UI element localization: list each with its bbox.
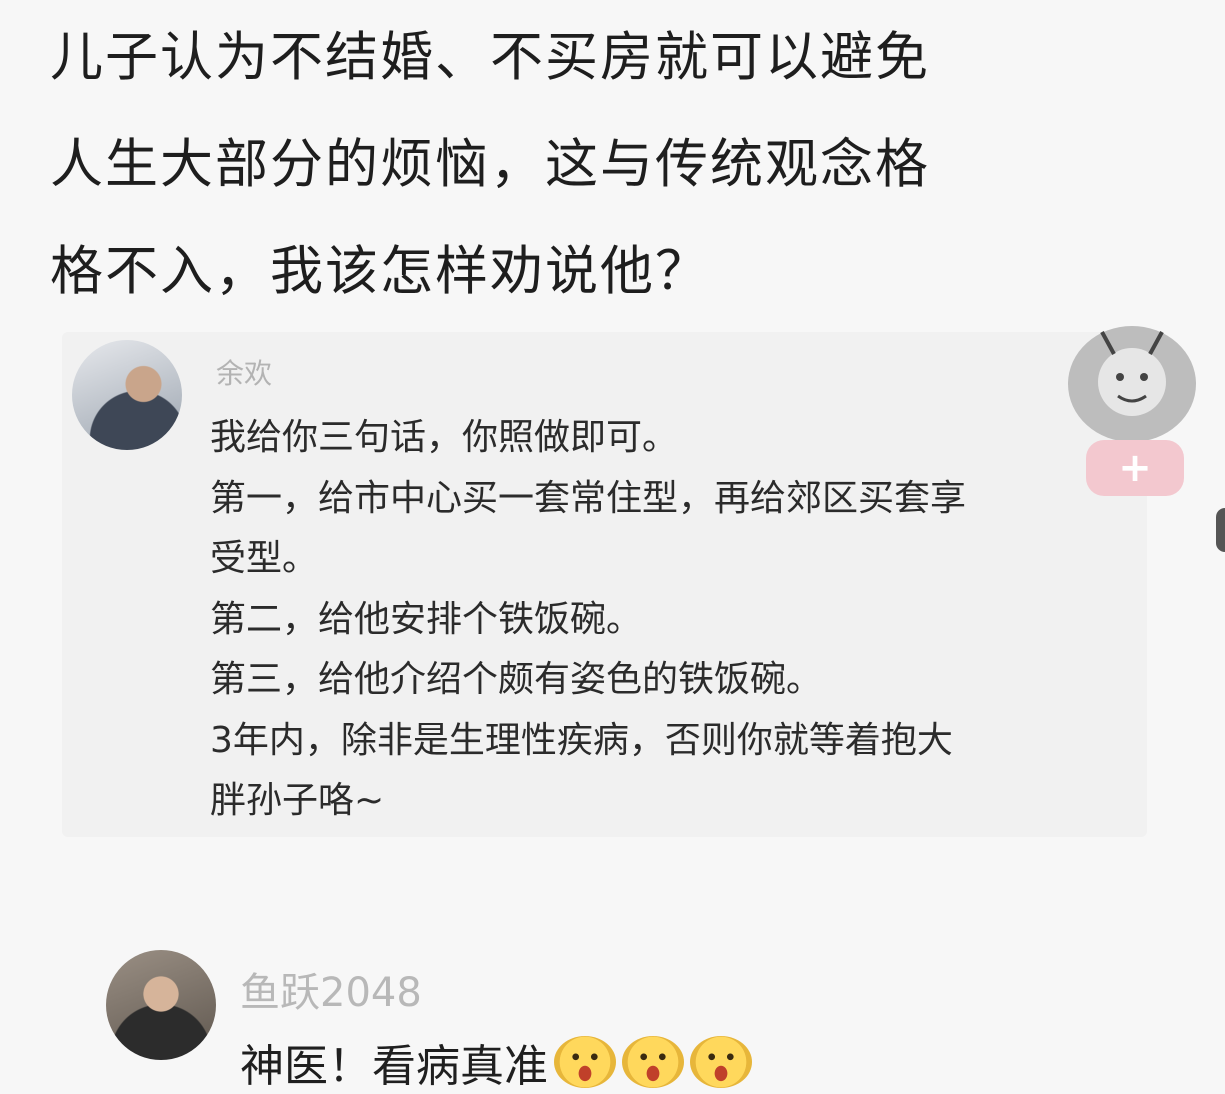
comment-line: 我给你三句话，你照做即可。 xyxy=(210,417,679,458)
reply-comment-body: 神医！看病真准 xyxy=(240,1030,752,1094)
user-avatar[interactable] xyxy=(106,950,216,1060)
comment-line: 第一，给市中心买一套常住型，再给郊区买套享 xyxy=(210,477,967,519)
comment-line: 受型。 xyxy=(210,538,319,579)
question-line: 格不入，我该怎样劝说他？ xyxy=(50,241,710,302)
reply-username[interactable]: 鱼跃2048 xyxy=(240,960,422,1018)
grinning-face-emoji-icon xyxy=(690,1036,752,1088)
scroll-handle[interactable] xyxy=(1216,508,1225,552)
comment-line: 第三，给他介绍个颇有姿色的铁饭碗。 xyxy=(210,659,823,700)
question-line: 儿子认为不结婚、不买房就可以避免 xyxy=(50,27,930,88)
reply-comment-body: 我给你三句话，你照做即可。 第一，给市中心买一套常住型，再给郊区买套享 受型。 … xyxy=(210,408,1110,832)
add-sticker-button[interactable]: + xyxy=(1086,440,1184,496)
reply-username[interactable]: 余欢 xyxy=(216,352,272,392)
comment-line: 3年内，除非是生理性疾病，否则你就等着抱大 xyxy=(210,719,953,761)
question-text: 儿子认为不结婚、不买房就可以避免 人生大部分的烦恼，这与传统观念格 格不入，我该… xyxy=(50,4,1180,325)
meme-sticker-icon[interactable] xyxy=(1062,322,1202,447)
user-avatar[interactable] xyxy=(72,340,182,450)
comment-line: 胖孙子咯~ xyxy=(210,780,385,821)
grinning-face-emoji-icon xyxy=(622,1036,684,1088)
comment-text: 神医！看病真准 xyxy=(240,1041,548,1092)
grinning-face-emoji-icon xyxy=(554,1036,616,1088)
comment-line: 第二，给他安排个铁饭碗。 xyxy=(210,598,643,640)
question-line: 人生大部分的烦恼，这与传统观念格 xyxy=(50,134,930,195)
